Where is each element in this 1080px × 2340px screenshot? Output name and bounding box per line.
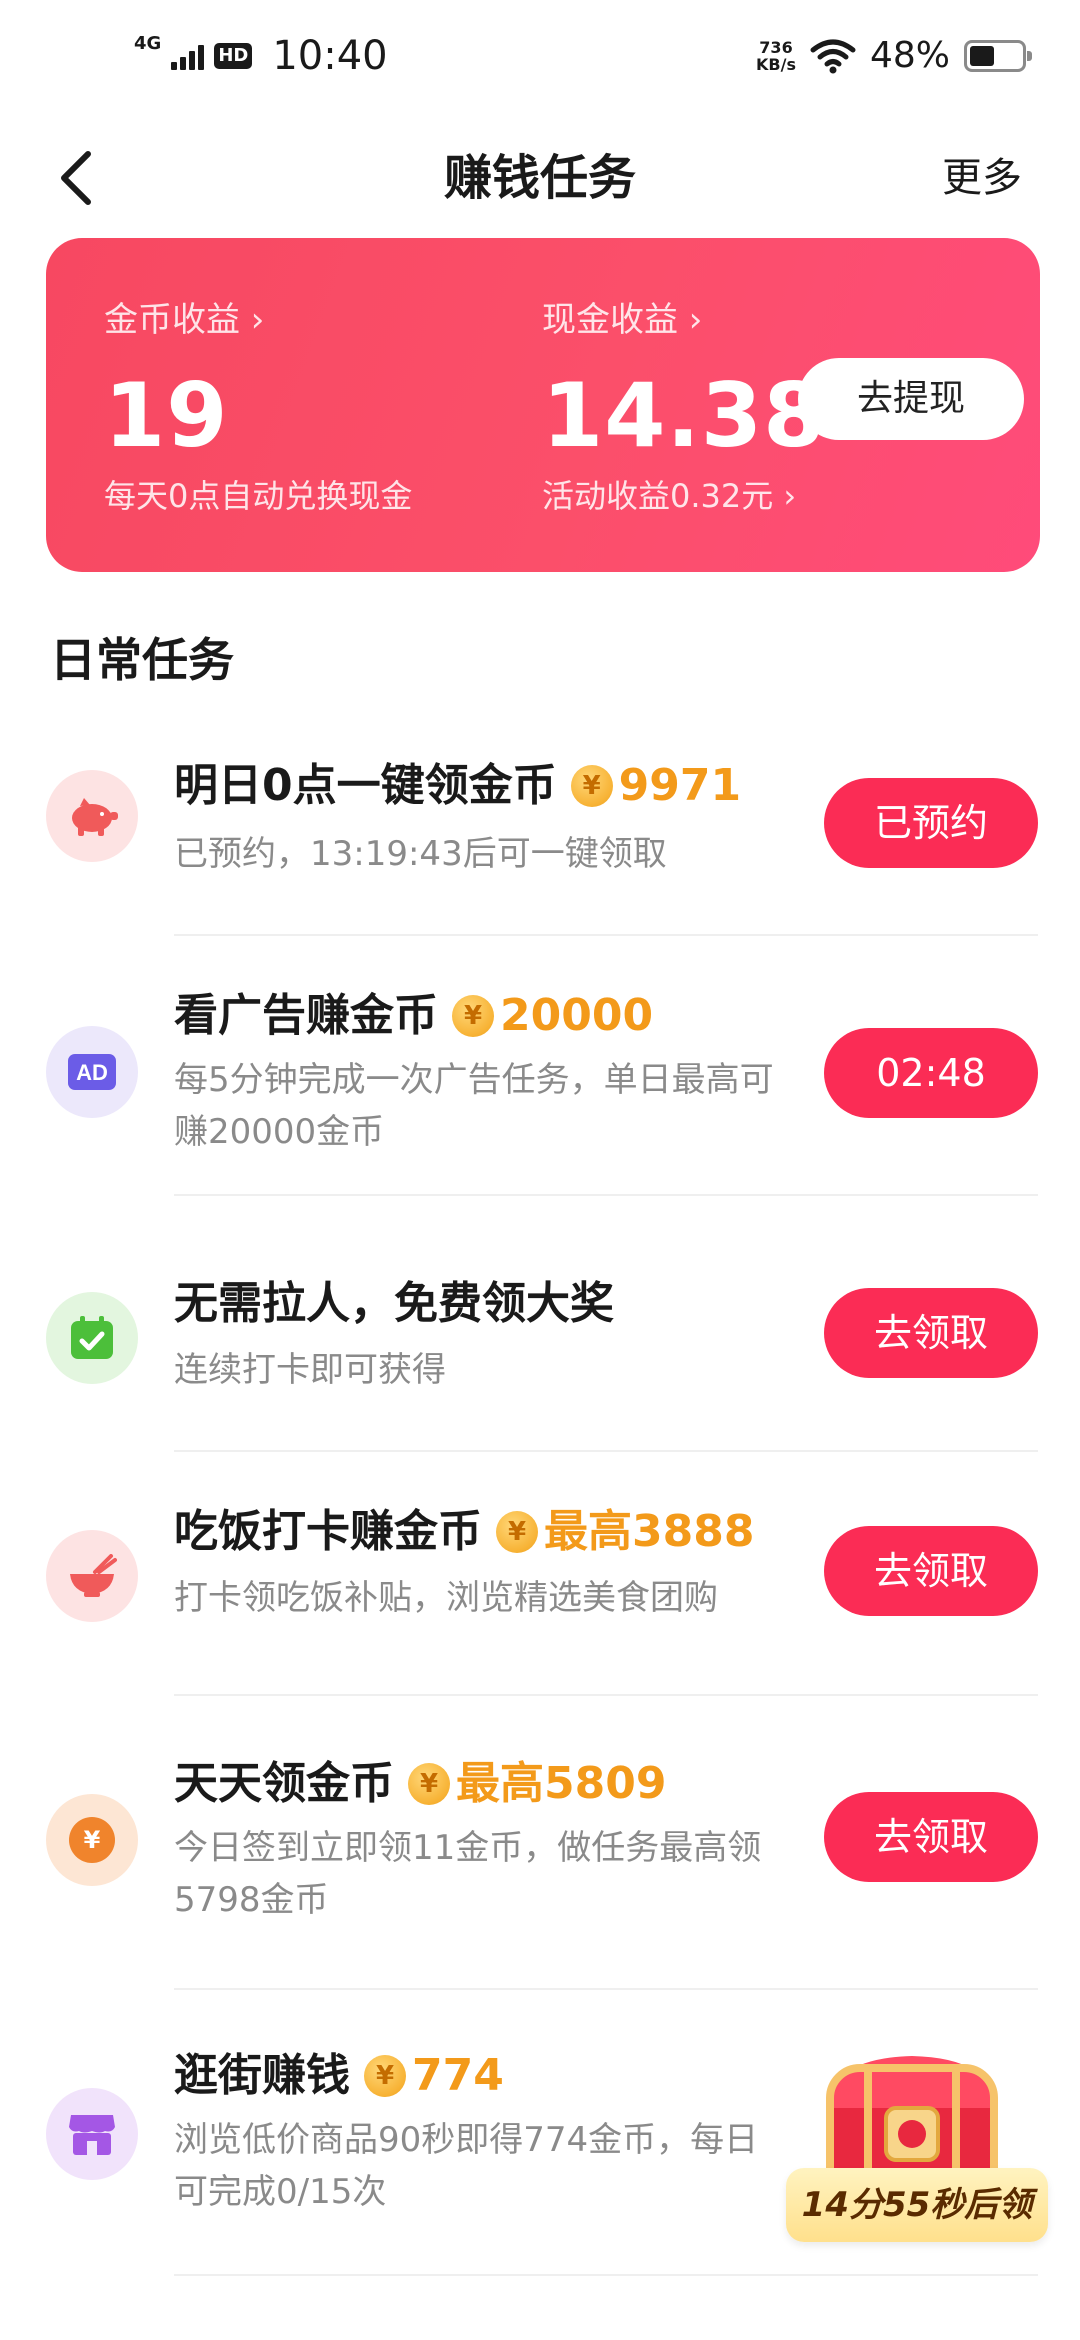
task-title-text: 明日0点一键领金币: [174, 760, 557, 811]
divider: [174, 934, 1038, 936]
clock: 10:40: [272, 33, 388, 79]
divider: [174, 1194, 1038, 1196]
task-desc: 每5分钟完成一次广告任务，单日最高可赚20000金币: [174, 1060, 774, 1152]
signal-icon: [171, 42, 205, 70]
task-row: AD 看广告赚金币 ¥ 20000 每5分钟完成一次广告任务，单日最高可赚200…: [0, 970, 1080, 1200]
claim-button[interactable]: 去领取: [824, 1288, 1038, 1378]
bowl-icon: [46, 1530, 138, 1622]
network-speed: 736 KB/s: [756, 39, 796, 73]
piggy-bank-icon: [46, 770, 138, 862]
divider: [174, 1988, 1038, 1990]
hd-badge: HD: [214, 43, 253, 69]
task-title-text: 看广告赚金币: [174, 990, 438, 1041]
task-row: 无需拉人，免费领大奖 连续打卡即可获得 去领取: [0, 1250, 1080, 1440]
task-reward: 20000: [500, 990, 654, 1041]
coin-earnings-value: 19: [104, 364, 229, 467]
battery-percent: 48%: [869, 35, 950, 76]
coin-earnings-link[interactable]: 金币收益 ›: [104, 300, 264, 340]
task-title-text: 天天领金币: [174, 1758, 394, 1809]
countdown-button[interactable]: 02:48: [824, 1028, 1038, 1118]
coin-icon: ¥: [496, 1511, 538, 1553]
bowl-glyph: [70, 1554, 117, 1597]
network-speed-value: 736: [759, 38, 793, 57]
piggy-bank-glyph: [72, 798, 118, 836]
coin-icon: ¥: [408, 1763, 450, 1805]
status-right: 736 KB/s 48%: [756, 35, 1032, 76]
task-row: 明日0点一键领金币 ¥ 9971 已预约，13:19:43后可一键领取 已预约: [0, 738, 1080, 938]
svg-text:¥: ¥: [84, 1826, 101, 1854]
task-reward: 最高5809: [456, 1758, 667, 1809]
claim-button[interactable]: 去领取: [824, 1792, 1038, 1882]
yuan-coin-icon: ¥: [46, 1794, 138, 1886]
task-row: ¥ 天天领金币 ¥ 最高5809 今日签到立即领11金币，做任务最高领5798金…: [0, 1730, 1080, 1980]
task-title: 天天领金币 ¥ 最高5809: [174, 1758, 666, 1810]
yuan-coin-glyph: ¥: [69, 1817, 115, 1863]
task-desc: 今日签到立即领11金币，做任务最高领5798金币: [174, 1828, 762, 1920]
withdraw-button[interactable]: 去提现: [798, 358, 1024, 440]
task-row: 吃饭打卡赚金币 ¥ 最高3888 打卡领吃饭补贴，浏览精选美食团购 去领取: [0, 1490, 1080, 1680]
coin-icon: ¥: [452, 995, 494, 1037]
svg-text:AD: AD: [76, 1060, 108, 1085]
task-reward: 774: [412, 2050, 504, 2101]
status-left: 4G HD 10:40: [134, 34, 388, 78]
task-title-text: 无需拉人，免费领大奖: [174, 1278, 614, 1329]
status-bar: 4G HD 10:40 736 KB/s 48%: [0, 0, 1080, 118]
coin-earnings-note: 每天0点自动兑换现金: [104, 477, 413, 515]
partial-next-row: [174, 2318, 774, 2340]
task-reward: 9971: [618, 760, 742, 811]
earnings-card: 金币收益 › 19 每天0点自动兑换现金 现金收益 › 14.38 活动收益0.…: [46, 238, 1040, 572]
coin-icon: ¥: [364, 2055, 406, 2097]
nav-bar: 赚钱任务 更多: [0, 118, 1080, 238]
wifi-icon: [810, 39, 856, 74]
task-desc: 浏览低价商品90秒即得774金币，每日可完成0/15次: [174, 2120, 759, 2212]
ad-glyph: AD: [68, 1054, 116, 1090]
network-speed-unit: KB/s: [756, 55, 796, 74]
reserved-button[interactable]: 已预约: [824, 778, 1038, 868]
coin-icon: ¥: [570, 765, 613, 807]
task-title: 无需拉人，免费领大奖: [174, 1278, 614, 1330]
shop-glyph: [69, 2115, 115, 2155]
task-title: 吃饭打卡赚金币 ¥ 最高3888: [174, 1506, 754, 1558]
task-title-text: 吃饭打卡赚金币: [174, 1506, 482, 1557]
task-desc: 连续打卡即可获得: [174, 1350, 446, 1390]
task-desc: 打卡领吃饭补贴，浏览精选美食团购: [174, 1578, 718, 1618]
claim-button[interactable]: 去领取: [824, 1526, 1038, 1616]
task-reward: 最高3888: [544, 1506, 755, 1557]
task-title: 明日0点一键领金币 ¥ 9971: [174, 760, 741, 812]
task-title-text: 逛街赚钱: [174, 2050, 350, 2101]
cash-earnings-link[interactable]: 现金收益 ›: [542, 300, 702, 340]
calendar-check-glyph: [71, 1316, 113, 1359]
task-title: 看广告赚金币 ¥ 20000: [174, 990, 653, 1042]
divider: [174, 2274, 1038, 2276]
divider: [174, 1694, 1038, 1696]
divider: [174, 1450, 1038, 1452]
network-type: 4G: [134, 33, 162, 54]
more-button[interactable]: 更多: [942, 154, 1022, 202]
chest-timer[interactable]: 14分55秒后领: [786, 2168, 1048, 2242]
cash-earnings-value: 14.38: [542, 364, 826, 467]
task-desc: 已预约，13:19:43后可一键领取: [174, 834, 667, 874]
shop-icon: [46, 2088, 138, 2180]
battery-icon: [964, 40, 1032, 72]
ad-icon: AD: [46, 1026, 138, 1118]
calendar-check-icon: [46, 1292, 138, 1384]
section-title: 日常任务: [50, 633, 234, 687]
task-title: 逛街赚钱 ¥ 774: [174, 2050, 504, 2102]
activity-earnings-link[interactable]: 活动收益0.32元 ›: [542, 476, 796, 516]
page-title: 赚钱任务: [443, 150, 636, 206]
